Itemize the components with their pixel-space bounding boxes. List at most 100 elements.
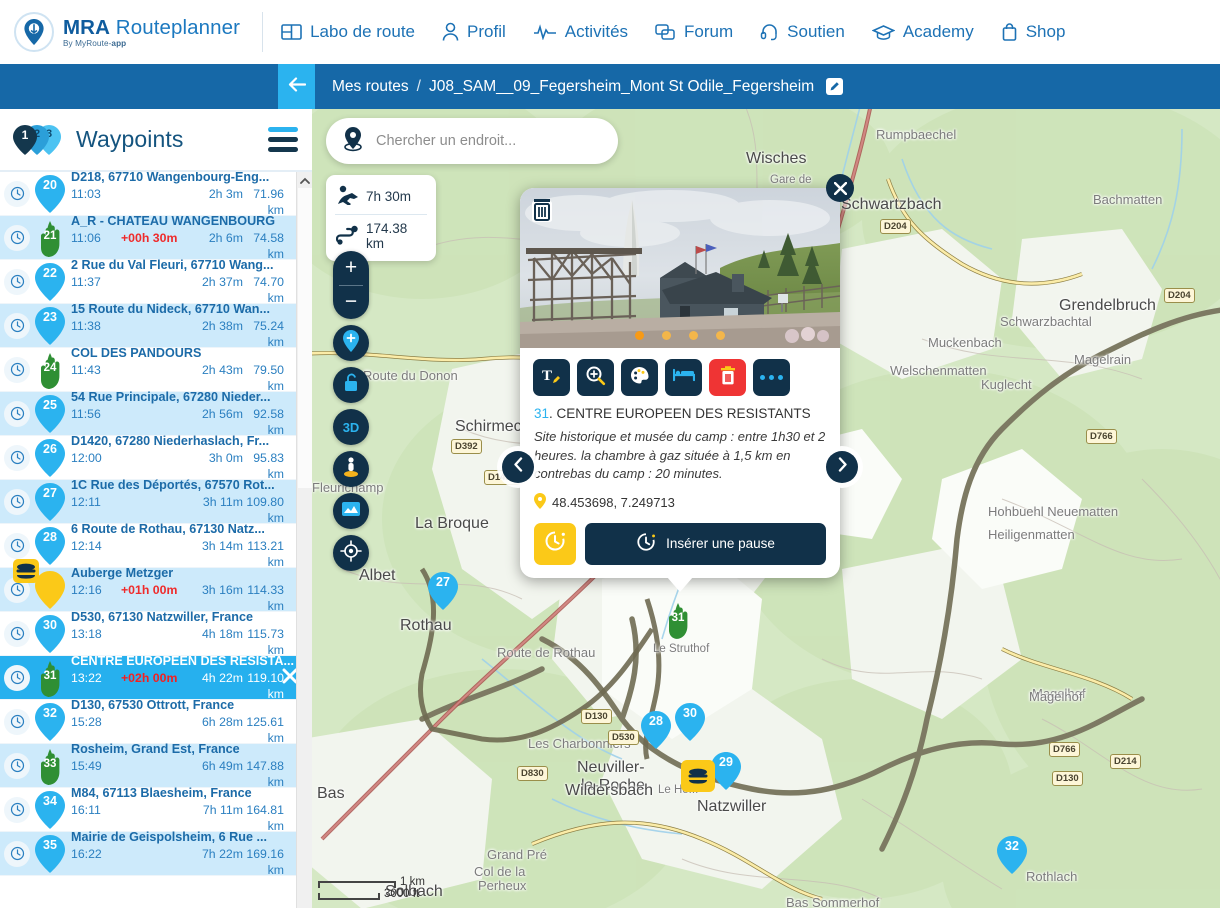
waypoint-time: 16:22 [71,846,102,861]
scrollbar-thumb[interactable] [298,188,312,488]
clock-icon[interactable] [4,312,30,339]
popup-title: 31. CENTRE EUROPEEN DES RESISTANTS [534,405,826,423]
lock-route-button[interactable] [333,367,369,403]
waypoint-row-34[interactable]: 34 M84, 67113 Blaesheim, France 16:11 7h 11… [0,786,312,833]
breadcrumb-root-link[interactable]: Mes routes [332,78,409,96]
nav-item-forum[interactable]: Forum [655,22,733,42]
delete-waypoint-button[interactable] [709,359,746,396]
clock-icon[interactable] [4,224,30,251]
shopping-bag-icon [1001,22,1018,42]
carousel-dots[interactable] [520,331,840,340]
clock-icon[interactable] [4,840,30,867]
map-canvas[interactable]: Wisches Gare de Rumpbaechel Schwartzbach Bac… [312,109,1220,908]
waypoint-name: Mairie de Geispolsheim, 6 Rue ... [71,829,267,844]
waypoint-row-28[interactable]: 28 6 Route de Rothau, 67130 Natz... 12:14 3… [0,521,312,569]
scroll-up-icon[interactable] [297,172,312,188]
waypoint-row-26[interactable]: 26 D1420, 67280 Niederhaslach, Fr... 12:00… [0,434,312,481]
nav-item-soutien[interactable]: Soutien [760,22,845,42]
change-style-button[interactable] [621,359,658,396]
3d-label: 3D [342,419,360,435]
clock-icon[interactable] [4,444,30,471]
zoom-in-button[interactable]: + [333,251,369,285]
nav-item-labo-de-route[interactable]: Labo de route [281,22,415,42]
previous-waypoint-button[interactable] [502,451,534,483]
carousel-dot-4[interactable] [716,331,725,340]
nav-item-academy[interactable]: Academy [871,22,974,42]
set-time-button[interactable] [534,522,576,565]
waypoint-row-32[interactable]: 32 D130, 67530 Ottrott, France 15:28 6h 28m… [0,698,312,745]
clock-icon[interactable] [4,532,30,559]
carousel-dot-3[interactable] [689,331,698,340]
waypoint-row-22[interactable]: 22 2 Rue du Val Fleuri, 67710 Wang... 11:3… [0,258,312,305]
nav-item-shop[interactable]: Shop [1001,22,1065,42]
clock-icon[interactable] [4,664,30,691]
location-pin-icon [534,492,546,512]
sidebar-scrollbar[interactable] [296,172,312,908]
map-waypoint-pin-28[interactable]: 28 [641,711,671,749]
waypoint-row-23[interactable]: 23 15 Route du Nideck, 67710 Wan... 11:38 2… [0,302,312,349]
carousel-dot-2[interactable] [662,331,671,340]
waypoint-photo[interactable] [520,188,840,348]
elevation-profile-button[interactable] [333,493,369,529]
clock-icon[interactable] [4,752,30,779]
map-waypoint-pin-30[interactable]: 30 [675,703,705,741]
waypoint-pin-icon: 32 [33,702,67,741]
waypoint-pin-icon: 20 [33,174,67,213]
trash-icon[interactable] [530,196,554,228]
clock-icon[interactable] [4,488,30,515]
hamburger-menu-icon[interactable] [268,127,298,152]
waypoint-row-24[interactable]: 24 COL DES PANDOURS 11:43 2h 43m 79.50 km [0,346,312,393]
green-hand-marker-icon: 33 [33,748,67,785]
map-restaurant-marker[interactable] [681,760,715,792]
search-poi-button[interactable] [577,359,614,396]
map-green-marker-31[interactable]: 31 [661,601,695,639]
streetview-button[interactable] [333,451,369,487]
scale-imperial-label: 3000 ft [384,888,420,900]
more-options-button[interactable] [753,359,790,396]
clock-icon[interactable] [4,180,30,207]
add-waypoint-button[interactable] [333,325,369,361]
map-waypoint-pin-27[interactable]: 27 [428,572,458,610]
clock-icon[interactable] [4,268,30,295]
waypoint-row-31[interactable]: 31 CENTRE EUROPEEN DES RESISTA... 13:22 +02… [0,653,312,701]
waypoint-row-25[interactable]: 25 54 Rue Principale, 67280 Nieder... 11:5… [0,390,312,437]
clock-icon[interactable] [4,400,30,427]
back-button[interactable] [278,64,315,109]
map-search-box[interactable] [326,118,618,164]
view-3d-button[interactable]: 3D [333,409,369,445]
insert-pause-button[interactable]: Insérer une pause [585,522,826,565]
waypoint-info: D530, 67130 Natzwiller, France 13:18 4h 18… [67,610,306,658]
map-waypoint-pin-32[interactable]: 32 [997,836,1027,874]
waypoint-row-35[interactable]: 35 Mairie de Geispolsheim, 6 Rue ... 16:22… [0,829,312,877]
road-shield: D130 [1052,771,1083,786]
waypoint-row-30[interactable]: 30 D530, 67130 Natzwiller, France 13:18 4h … [0,610,312,658]
waypoint-row-20[interactable]: 20 D218, 67710 Wangenbourg-Eng... 11:03 2h … [0,172,312,217]
waypoint-row-29[interactable]: 29Auberge Metzger12:16+01h 00m3h 16m114.… [0,558,312,631]
waypoint-row-33[interactable]: 33 Rosheim, Grand Est, France 15:49 6h 49m 1… [0,742,312,789]
waypoint-row-27[interactable]: 27 1C Rue des Déportés, 67570 Rot... 12:11… [0,478,312,525]
search-input[interactable] [376,133,602,149]
waypoint-pin-icon: 35 [33,834,67,873]
pencil-icon[interactable] [826,78,844,95]
bed-icon [672,367,695,388]
carousel-dot-1[interactable] [635,331,644,340]
popup-buttons-row: Insérer une pause [534,522,826,565]
rename-waypoint-button[interactable]: T [533,359,570,396]
clock-icon[interactable] [4,356,30,383]
close-icon[interactable] [826,174,854,202]
nav-label: Activités [564,22,629,41]
zoom-out-button[interactable]: − [333,285,369,319]
clock-icon[interactable] [4,796,30,823]
next-waypoint-button[interactable] [826,451,858,483]
brand-logo-link[interactable]: MRA Routeplanner By MyRoute-app [14,12,240,52]
nav-item-profil[interactable]: Profil [442,22,506,42]
map-waypoint-pin-29[interactable]: 29 [711,752,741,790]
add-hotel-button[interactable] [665,359,702,396]
clock-icon[interactable] [4,620,30,647]
clock-icon[interactable] [4,708,30,735]
waypoint-name: CENTRE EUROPEEN DES RESISTA... [71,653,294,668]
nav-item-activites[interactable]: Activités [533,22,628,42]
center-route-button[interactable] [333,535,369,571]
waypoint-row-21[interactable]: 21 A_R - CHATEAU WANGENBOURG 11:06 +00h 30m… [0,214,312,261]
waypoint-name: 6 Route de Rothau, 67130 Natz... [71,521,265,536]
